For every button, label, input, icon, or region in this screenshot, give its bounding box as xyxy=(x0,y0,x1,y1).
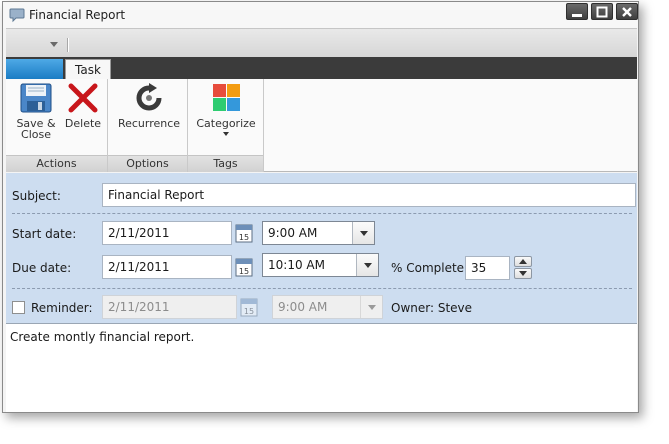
ribbon-group-options: Recurrence Options xyxy=(108,79,188,172)
minimize-icon xyxy=(572,14,582,17)
chevron-down-icon xyxy=(223,132,229,136)
task-window: Financial Report Task Save & Close Delet… xyxy=(2,1,639,413)
toolbar-separator xyxy=(67,38,69,52)
categorize-label: Categorize xyxy=(196,117,256,130)
divider xyxy=(12,288,632,289)
notes-text: Create montly financial report. xyxy=(10,330,195,344)
calendar-icon[interactable]: 15 xyxy=(235,223,253,243)
subject-label: Subject: xyxy=(12,189,61,203)
file-tab[interactable] xyxy=(6,59,63,79)
close-button[interactable] xyxy=(616,3,638,20)
group-label-actions: Actions xyxy=(6,155,107,172)
customize-toolbar-arrow-icon[interactable] xyxy=(50,42,58,47)
calendar-day: 15 xyxy=(239,267,249,276)
speech-bubble-icon xyxy=(9,8,25,23)
start-time-dropdown-button[interactable] xyxy=(352,222,374,244)
start-time-value: 9:00 AM xyxy=(268,226,318,240)
categorize-button[interactable]: Categorize xyxy=(192,82,260,140)
save-close-label-2: Close xyxy=(21,128,51,141)
owner-label: Owner: Steve xyxy=(391,301,473,315)
percent-complete-label: % Complete: xyxy=(391,261,469,275)
delete-label: Delete xyxy=(64,117,102,130)
chevron-down-icon xyxy=(364,263,372,268)
chevron-down-icon xyxy=(519,271,527,276)
calendar-day: 15 xyxy=(239,233,249,242)
spin-up-button[interactable] xyxy=(514,256,532,267)
task-form: Subject: Financial Report Start date: 2/… xyxy=(6,173,637,323)
save-close-button[interactable]: Save & Close xyxy=(11,82,61,140)
group-label-tags: Tags xyxy=(188,155,263,172)
reminder-time-dropdown-button[interactable] xyxy=(360,296,382,318)
reminder-time-combo[interactable]: 9:00 AM xyxy=(272,295,383,319)
start-date-input[interactable]: 2/11/2011 xyxy=(102,221,232,245)
spin-down-button[interactable] xyxy=(514,268,532,279)
calendar-icon[interactable]: 15 xyxy=(240,297,258,317)
delete-button[interactable]: Delete xyxy=(62,82,104,129)
reminder-label: Reminder: xyxy=(31,301,93,315)
start-time-combo[interactable]: 9:00 AM xyxy=(262,221,375,245)
window-title: Financial Report xyxy=(29,8,126,22)
ribbon: Save & Close Delete Actions Recurrence O… xyxy=(6,79,637,172)
subject-input[interactable]: Financial Report xyxy=(102,183,636,207)
save-icon xyxy=(20,83,52,113)
divider xyxy=(12,213,632,214)
calendar-day: 15 xyxy=(244,307,254,316)
chevron-down-icon xyxy=(368,305,376,310)
percent-complete-input[interactable]: 35 xyxy=(465,256,510,280)
notes-area[interactable]: Create montly financial report. xyxy=(6,323,637,412)
ribbon-group-actions: Save & Close Delete Actions xyxy=(6,79,108,172)
delete-icon xyxy=(68,83,98,113)
group-label-options: Options xyxy=(108,155,187,172)
recurrence-button[interactable]: Recurrence xyxy=(114,82,184,129)
ribbon-tab-strip: Task xyxy=(6,57,637,80)
maximize-button[interactable] xyxy=(591,3,613,20)
reminder-checkbox[interactable] xyxy=(12,301,25,314)
chevron-down-icon xyxy=(360,231,368,236)
due-time-value: 10:10 AM xyxy=(268,258,325,272)
tab-task[interactable]: Task xyxy=(65,59,111,80)
close-icon xyxy=(622,7,632,17)
reminder-date-input[interactable]: 2/11/2011 xyxy=(102,295,237,319)
minimize-button[interactable] xyxy=(566,3,588,20)
due-time-combo[interactable]: 10:10 AM xyxy=(262,253,379,277)
reminder-time-value: 9:00 AM xyxy=(278,300,328,314)
recurrence-icon xyxy=(136,83,162,111)
due-time-dropdown-button[interactable] xyxy=(356,254,378,276)
chevron-up-icon xyxy=(519,259,527,264)
start-date-label: Start date: xyxy=(12,227,77,241)
maximize-icon xyxy=(596,6,608,18)
quick-access-toolbar xyxy=(6,28,637,57)
calendar-icon[interactable]: 15 xyxy=(235,257,253,277)
due-date-label: Due date: xyxy=(12,261,72,275)
ribbon-group-tags: Categorize Tags xyxy=(188,79,264,172)
title-bar[interactable]: Financial Report xyxy=(3,2,638,28)
categorize-icon xyxy=(213,84,240,111)
recurrence-label: Recurrence xyxy=(117,117,181,130)
due-date-input[interactable]: 2/11/2011 xyxy=(102,255,232,279)
